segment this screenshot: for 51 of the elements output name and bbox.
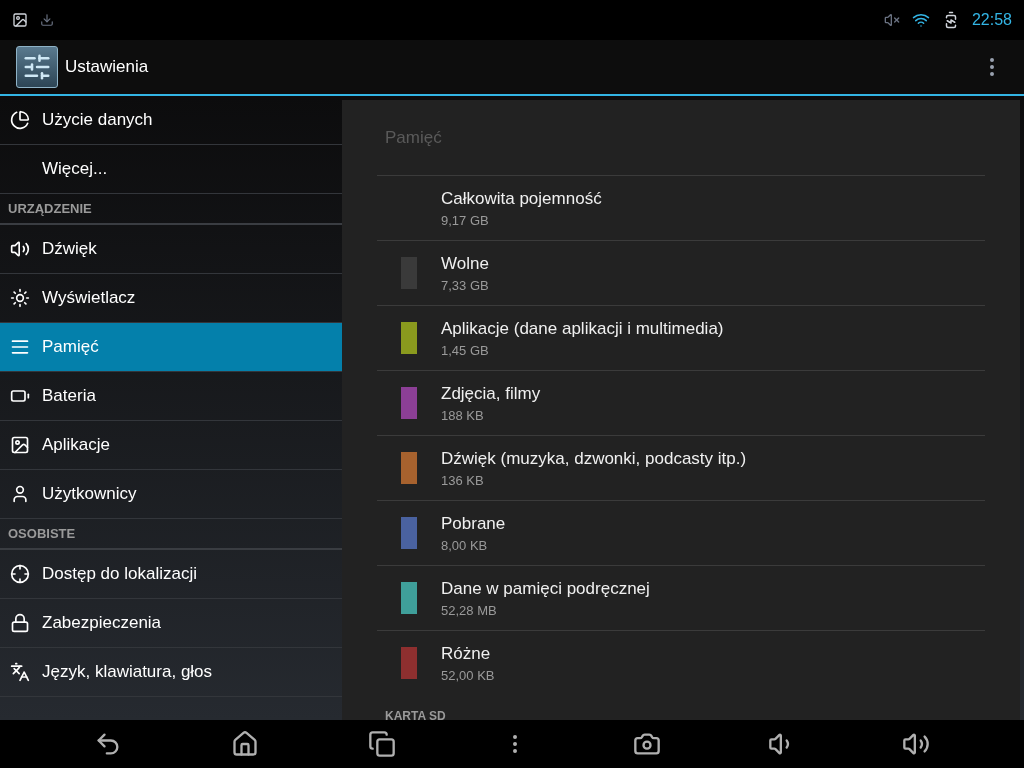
- mute-icon: [883, 12, 900, 28]
- download-icon: [40, 13, 54, 27]
- storage-row[interactable]: Pobrane 8,00 KB: [377, 500, 985, 565]
- sidebar-item[interactable]: Aplikacje: [0, 421, 342, 470]
- storage-value: 9,17 GB: [441, 212, 490, 230]
- storage-label: Dane w pamięci podręcznej: [441, 577, 650, 600]
- storage-label: Wolne: [441, 252, 489, 275]
- storage-label: Całkowita pojemność: [441, 187, 602, 210]
- picture-icon: [12, 12, 28, 28]
- panel-title: Pamięć: [385, 126, 442, 149]
- speaker-icon: [10, 239, 30, 259]
- lock-icon: [10, 613, 30, 633]
- sidebar-item[interactable]: Język, klawiatura, głos: [0, 648, 342, 697]
- storage-row[interactable]: Różne 52,00 KB: [377, 630, 985, 695]
- sidebar-item[interactable]: Pamięć: [0, 323, 342, 372]
- storage-label: Zdjęcia, filmy: [441, 382, 541, 405]
- clock: 22:58: [971, 10, 1012, 30]
- crosshair-icon: [10, 564, 30, 584]
- pie-chart-icon: [10, 110, 30, 130]
- section-header: OSOBISTE: [8, 524, 76, 543]
- sidebar-item[interactable]: Zabezpieczenia: [0, 599, 342, 648]
- section-header: URZĄDZENIE: [8, 199, 92, 218]
- section-header: KARTA SD: [385, 709, 446, 720]
- picture-icon: [10, 435, 30, 455]
- storage-value: 136 KB: [441, 472, 485, 490]
- storage-row[interactable]: Dane w pamięci podręcznej 52,28 MB: [377, 565, 985, 630]
- storage-value: 188 KB: [441, 407, 485, 425]
- storage-label: Pobrane: [441, 512, 506, 535]
- storage-value: 52,00 KB: [441, 667, 495, 685]
- app-title: Ustawienia: [65, 56, 149, 79]
- sidebar-item[interactable]: Dostęp do lokalizacji: [0, 550, 342, 599]
- storage-row[interactable]: Wolne 7,33 GB: [377, 240, 985, 305]
- sun-icon: [10, 288, 30, 308]
- storage-row[interactable]: Całkowita pojemność 9,17 GB: [377, 175, 985, 240]
- storage-value: 7,33 GB: [441, 277, 489, 295]
- storage-label: Różne: [441, 642, 492, 665]
- storage-value: 52,28 MB: [441, 602, 498, 620]
- person-icon: [10, 484, 30, 504]
- sidebar-item[interactable]: Dźwięk: [0, 225, 342, 274]
- storage-value: 1,45 GB: [441, 342, 490, 360]
- storage-icon: [10, 337, 30, 357]
- language-icon: [10, 662, 30, 682]
- storage-row[interactable]: Zdjęcia, filmy 188 KB: [377, 370, 985, 435]
- settings-app-icon[interactable]: [16, 46, 58, 88]
- wifi-icon: [911, 11, 930, 29]
- storage-row[interactable]: Dźwięk (muzyka, dzwonki, podcasty itp.) 136 KB: [377, 435, 985, 500]
- storage-value: 8,00 KB: [441, 537, 489, 555]
- storage-label: Aplikacje (dane aplikacji i multimedia): [441, 317, 724, 340]
- sidebar-item[interactable]: Użycie danych: [0, 96, 342, 145]
- storage-label: Dźwięk (muzyka, dzwonki, podcasty itp.): [441, 447, 747, 470]
- storage-row[interactable]: Aplikacje (dane aplikacji i multimedia) 1,45 GB: [377, 305, 985, 370]
